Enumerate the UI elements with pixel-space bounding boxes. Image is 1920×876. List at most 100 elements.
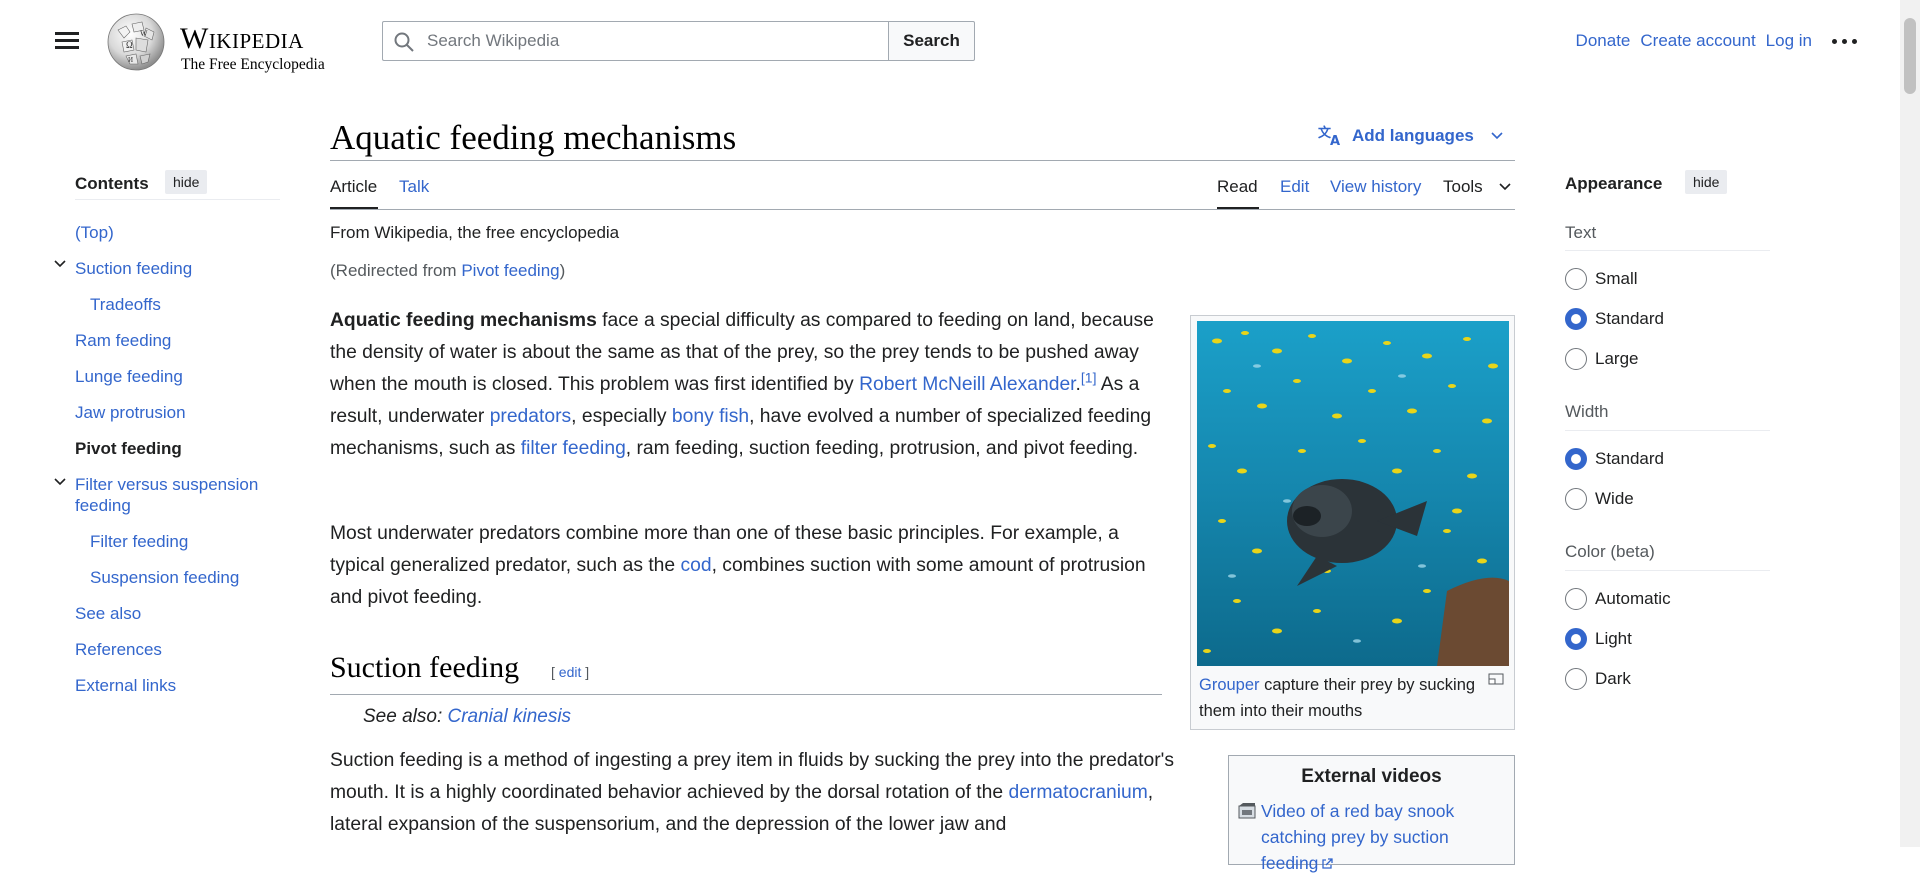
reference-1-link[interactable]: [1] (1081, 370, 1097, 386)
toc-item-external-links[interactable]: External links (75, 676, 176, 696)
wikipedia-logo[interactable]: Ω W И Wikipedia The Free Encyclopedia (104, 12, 334, 73)
radio-label: Light (1595, 629, 1632, 648)
toc-item-lunge-feeding[interactable]: Lunge feeding (75, 367, 183, 387)
radio-label: Automatic (1595, 589, 1671, 608)
tab-tools[interactable]: Tools (1443, 177, 1511, 197)
toc-item-filter-feeding[interactable]: Filter feeding (90, 532, 188, 552)
toc-item-top[interactable]: (Top) (75, 223, 114, 243)
divider (1565, 250, 1770, 251)
external-videos-box: External videos Video of a red bay snook… (1228, 755, 1515, 873)
video-icon (1238, 803, 1256, 819)
toc-hide-button[interactable]: hide (165, 170, 208, 194)
wikipedia-tagline: The Free Encyclopedia (181, 56, 325, 73)
lead-paragraph-2: Most underwater predators combine more t… (330, 518, 1166, 614)
table-of-contents: Contents hide (Top) Suction feeding Trad… (54, 168, 280, 695)
tools-label: Tools (1443, 177, 1483, 196)
text: , especially (571, 406, 672, 427)
enlarge-icon[interactable] (1488, 673, 1504, 685)
lead-paragraph-1: Aquatic feeding mechanisms face a specia… (330, 305, 1156, 465)
tab-view-history[interactable]: View history (1330, 177, 1421, 197)
toc-item-references[interactable]: References (75, 640, 162, 660)
see-also-prefix: See also: (363, 706, 448, 727)
chevron-down-icon (1491, 132, 1503, 140)
language-icon: 文 A (1318, 125, 1340, 149)
divider (1565, 430, 1770, 431)
radio-label: Large (1595, 349, 1639, 368)
grouper-photo (1197, 321, 1509, 666)
radio-button[interactable] (1565, 348, 1587, 370)
external-videos-title: External videos (1301, 766, 1442, 787)
dermatocranium-link[interactable]: dermatocranium (1008, 782, 1147, 803)
site-sub: From Wikipedia, the free encyclopedia (330, 223, 620, 242)
radio-button-checked[interactable] (1565, 448, 1587, 470)
toc-item-see-also[interactable]: See also (75, 604, 141, 624)
radio-button[interactable] (1565, 488, 1587, 510)
radio-button-checked[interactable] (1565, 308, 1587, 330)
bracket: [ (551, 664, 559, 680)
radio-label: Standard (1595, 309, 1664, 328)
title-divider (330, 160, 1515, 161)
redirected-prefix: (Redirected from (330, 261, 462, 280)
page-scrollbar[interactable] (1900, 0, 1920, 847)
radio-button[interactable] (1565, 588, 1587, 610)
red-bay-snook-video-link[interactable]: Video of a red bay snook catching prey b… (1261, 798, 1511, 876)
cranial-kinesis-link[interactable]: Cranial kinesis (448, 706, 572, 727)
add-languages-button[interactable]: 文 A Add languages (1318, 124, 1503, 149)
radio-button-checked[interactable] (1565, 628, 1587, 650)
chevron-down-icon[interactable] (53, 259, 67, 269)
radio-label: Standard (1595, 449, 1664, 468)
radio-button[interactable] (1565, 668, 1587, 690)
svg-text:Ω: Ω (126, 40, 133, 50)
svg-text:A: A (1330, 134, 1340, 146)
donate-link[interactable]: Donate (1576, 31, 1631, 51)
log-in-link[interactable]: Log in (1766, 31, 1812, 51)
site-header: Ω W И Wikipedia The Free Encyclopedia Se… (0, 0, 1900, 82)
tab-article[interactable]: Article (330, 177, 377, 197)
filter-feeding-link[interactable]: filter feeding (521, 438, 626, 459)
chevron-down-icon[interactable] (53, 477, 67, 487)
wikipedia-wordmark: Wikipedia (180, 22, 304, 55)
bony-fish-link[interactable]: bony fish (672, 406, 749, 427)
appearance-panel: Appearance hide Text Small Standard Larg… (1565, 168, 1770, 690)
toc-item-ram-feeding[interactable]: Ram feeding (75, 331, 171, 351)
cod-link[interactable]: cod (681, 555, 712, 576)
infobox-thumbnail: Grouper capture their prey by sucking th… (1190, 315, 1515, 730)
appearance-hide-button[interactable]: hide (1685, 170, 1728, 194)
menu-icon-bar (55, 39, 79, 42)
search-box[interactable] (382, 21, 889, 61)
toc-item-tradeoffs[interactable]: Tradeoffs (90, 295, 161, 315)
grouper-link[interactable]: Grouper (1199, 676, 1260, 694)
search-input[interactable] (425, 22, 875, 60)
article-subject: Aquatic feeding mechanisms (330, 310, 597, 331)
main-menu-button[interactable] (52, 26, 82, 56)
user-links: Donate Create account Log in (1566, 29, 1860, 53)
divider (1565, 570, 1770, 571)
page-tabs: Article Talk Read Edit View history Tool… (330, 174, 1515, 210)
toc-item-suspension-feeding[interactable]: Suspension feeding (90, 568, 239, 588)
predators-link[interactable]: predators (490, 406, 571, 427)
toc-item-pivot-feeding[interactable]: Pivot feeding (75, 439, 182, 459)
radio-button[interactable] (1565, 268, 1587, 290)
section-edit: [ edit ] (551, 664, 589, 680)
tab-read[interactable]: Read (1217, 177, 1258, 197)
tab-edit[interactable]: Edit (1280, 177, 1309, 197)
toc-item-filter-versus-suspension-cont[interactable]: feeding (75, 496, 131, 516)
section-edit-link[interactable]: edit (559, 664, 582, 680)
grouper-image[interactable] (1197, 321, 1509, 666)
redirect-source-link[interactable]: Pivot feeding (461, 261, 559, 280)
search-icon (394, 32, 414, 52)
toc-item-suction-feeding[interactable]: Suction feeding (75, 259, 192, 279)
text-size-label: Text (1565, 223, 1597, 242)
section-divider (330, 694, 1162, 695)
robert-mcneill-alexander-link[interactable]: Robert McNeill Alexander (859, 374, 1075, 395)
toc-item-filter-versus-suspension[interactable]: Filter versus suspension (75, 475, 258, 495)
toc-item-jaw-protrusion[interactable]: Jaw protrusion (75, 403, 186, 423)
toc-header: Contents hide (75, 168, 280, 200)
scrollbar-thumb[interactable] (1904, 18, 1916, 94)
radio-label: Small (1595, 269, 1638, 288)
thumbnail-caption: Grouper capture their prey by sucking th… (1199, 672, 1479, 724)
search-button[interactable]: Search (888, 21, 975, 61)
create-account-link[interactable]: Create account (1640, 31, 1755, 51)
tab-talk[interactable]: Talk (399, 177, 429, 197)
more-icon[interactable] (1830, 29, 1860, 53)
